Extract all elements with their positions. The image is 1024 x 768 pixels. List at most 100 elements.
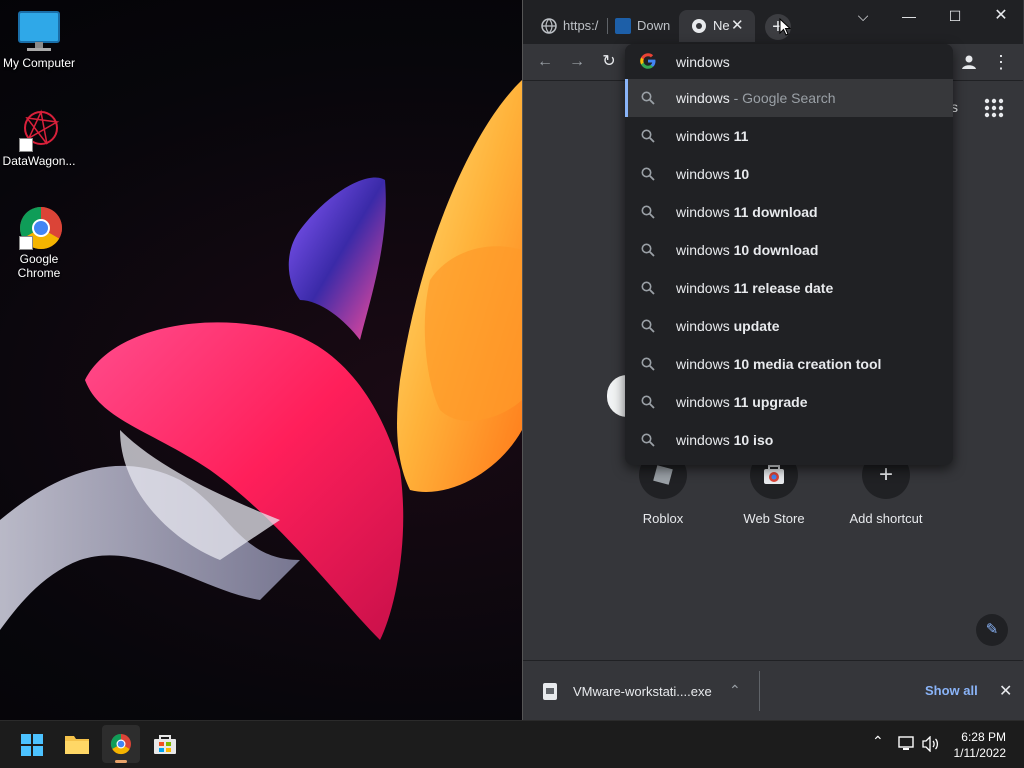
suggestion-text: windows 10 download (676, 242, 818, 258)
desktop-icon-label: DataWagon... (2, 154, 76, 168)
menu-kebab-icon[interactable]: ⋮ (989, 50, 1013, 74)
suggestion-typed: windows (676, 166, 730, 182)
suggestion-typed: windows (676, 242, 730, 258)
tab-search-chevron-icon[interactable]: ⌵ (845, 4, 881, 28)
reload-button[interactable]: ↻ (597, 50, 621, 74)
desktop-icon-google-chrome[interactable]: Google Chrome (1, 206, 77, 280)
taskbar-chrome[interactable] (102, 725, 140, 763)
suggestion-text: windows 10 (676, 166, 749, 182)
datawagon-logo-icon (15, 108, 63, 152)
tab-3-active[interactable]: Ne ✕ (679, 10, 755, 42)
shortcut-arrow-icon (19, 138, 33, 152)
suggestion-typed: windows (676, 280, 730, 296)
suggestion-text: windows - Google Search (676, 90, 836, 106)
search-icon (641, 243, 655, 257)
search-icon (641, 91, 655, 105)
suggestion-text: windows update (676, 318, 779, 334)
download-bar-close-icon[interactable]: ✕ (999, 681, 1012, 701)
tray-chevron-up-icon[interactable]: ⌃ (872, 733, 884, 750)
windows-logo-icon (21, 734, 43, 756)
forward-button[interactable]: → (565, 50, 589, 74)
suggestion-completion: 10 download (729, 242, 819, 258)
clock[interactable]: 6:28 PM 1/11/2022 (954, 729, 1007, 761)
omnibox-suggestion[interactable]: windows 11 (625, 117, 953, 155)
suggestion-typed: windows (676, 432, 730, 448)
search-icon (641, 357, 655, 371)
apps-grid-icon[interactable] (983, 97, 1005, 119)
volume-icon[interactable] (922, 736, 940, 752)
search-icon (641, 319, 655, 333)
roblox-icon (653, 465, 673, 485)
show-all-button[interactable]: Show all (925, 683, 978, 698)
omnibox-value: windows (676, 54, 730, 70)
omnibox-suggestion[interactable]: windows 11 upgrade (625, 383, 953, 421)
search-icon (641, 395, 655, 409)
omnibox-suggestion[interactable]: windows 11 release date (625, 269, 953, 307)
omnibox-suggestion[interactable]: windows 10 media creation tool (625, 345, 953, 383)
suggestion-completion: 11 release date (729, 280, 834, 296)
omnibox-suggestion[interactable]: windows - Google Search (625, 79, 953, 117)
download-chevron-up-icon[interactable]: ⌃ (729, 682, 741, 699)
tab-1[interactable]: https:/ (529, 10, 605, 42)
search-icon (641, 129, 655, 143)
suggestion-typed: windows (676, 318, 730, 334)
desktop-icon-my-computer[interactable]: My Computer (1, 10, 77, 70)
download-filename[interactable]: VMware-workstati....exe (573, 684, 712, 699)
start-button[interactable] (13, 725, 51, 763)
omnibox-suggestion[interactable]: windows 11 download (625, 193, 953, 231)
desktop-icon-label: My Computer (2, 56, 76, 70)
vmware-favicon-icon (615, 18, 631, 34)
suggestion-hint: - Google Search (729, 90, 836, 106)
suggestion-typed: windows (676, 394, 730, 410)
suggestion-typed: windows (676, 356, 730, 372)
suggestion-text: windows 11 (676, 128, 748, 144)
omnibox-suggestion[interactable]: windows 10 iso (625, 421, 953, 459)
suggestion-completion: 10 (729, 166, 750, 182)
suggestion-text: windows 10 media creation tool (676, 356, 881, 372)
suggestion-typed: windows (676, 90, 730, 106)
customize-pencil-icon[interactable]: ✎ (976, 614, 1008, 646)
suggestion-completion: 11 download (729, 204, 818, 220)
web-store-icon (764, 465, 784, 484)
taskbar-microsoft-store[interactable] (146, 725, 184, 763)
shortcut-label: Add shortcut (849, 511, 923, 526)
running-indicator (115, 760, 127, 763)
mouse-cursor-icon (779, 18, 791, 36)
tab-close-icon[interactable]: ✕ (731, 16, 744, 34)
omnibox-suggestion[interactable]: windows 10 download (625, 231, 953, 269)
google-g-icon (640, 53, 656, 69)
close-window-button[interactable]: ✕ (983, 4, 1019, 28)
profile-button[interactable] (957, 50, 981, 74)
suggestion-completion: 10 media creation tool (729, 356, 882, 372)
plus-icon: + (878, 461, 893, 488)
monitor-icon (15, 10, 63, 54)
search-icon (641, 433, 655, 447)
suggestion-text: windows 11 download (676, 204, 818, 220)
suggestion-typed: windows (676, 128, 730, 144)
minimize-button[interactable]: — (891, 4, 927, 28)
tab-title: Down (637, 18, 671, 33)
search-icon (641, 167, 655, 181)
desktop-icon-datawagon[interactable]: DataWagon... (1, 108, 77, 168)
chrome-logo-icon (110, 733, 131, 755)
suggestion-text: windows 11 upgrade (676, 394, 808, 410)
download-bar: VMware-workstati....exe ⌃ Show all ✕ (523, 660, 1023, 720)
file-icon (543, 683, 557, 700)
suggestion-text: windows 10 iso (676, 432, 773, 448)
omnibox-input[interactable]: windows (625, 44, 953, 78)
taskbar-file-explorer[interactable] (58, 725, 96, 763)
omnibox-dropdown: windows windows - Google Search windows 1… (625, 44, 953, 465)
shortcut-label: Web Store (743, 511, 805, 526)
shortcut-label: Roblox (642, 511, 684, 526)
network-icon[interactable] (898, 736, 916, 752)
tab-strip: https:/ Down Ne ✕ + ⌵ — ☐ ✕ (523, 0, 1023, 44)
chrome-logo-icon (15, 206, 63, 250)
suggestion-completion: update (729, 318, 780, 334)
maximize-button[interactable]: ☐ (937, 4, 973, 28)
tab-2[interactable]: Down (603, 10, 677, 42)
omnibox-suggestion[interactable]: windows update (625, 307, 953, 345)
store-bag-icon (154, 735, 176, 754)
clock-date: 1/11/2022 (953, 746, 1007, 760)
back-button[interactable]: ← (533, 50, 557, 74)
omnibox-suggestion[interactable]: windows 10 (625, 155, 953, 193)
